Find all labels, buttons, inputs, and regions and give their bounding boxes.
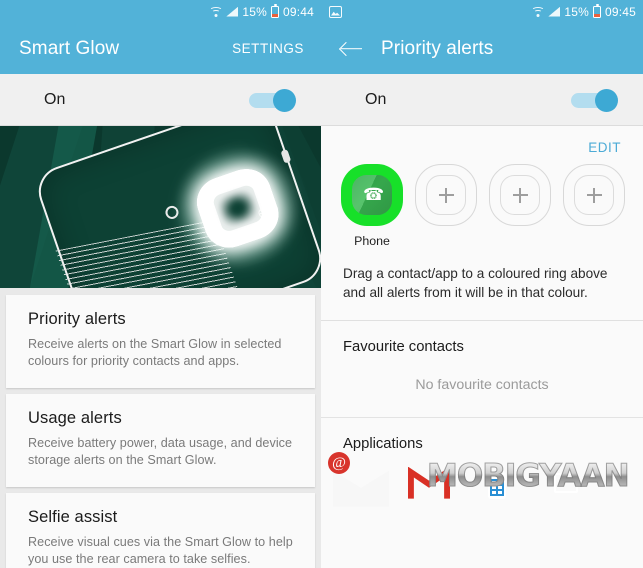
status-bar-system-left: 15% 09:44	[209, 3, 314, 19]
toggle-thumb	[595, 88, 618, 112]
screenshot-image-icon	[329, 5, 342, 18]
card-description: Receive alerts on the Smart Glow in sele…	[28, 337, 282, 369]
hangouts-app-icon[interactable]	[543, 463, 587, 507]
add-slot[interactable]	[574, 175, 614, 215]
partial-green-app-icon[interactable]	[611, 463, 643, 507]
add-slot[interactable]	[426, 175, 466, 215]
clock-label: 09:45	[604, 4, 636, 19]
battery-percent-label: 15%	[564, 4, 589, 19]
smart-glow-ring-icon	[157, 128, 319, 288]
card-title: Usage alerts	[28, 408, 122, 427]
settings-card-list: Priority alerts Receive alerts on the Sm…	[0, 288, 321, 568]
colour-ring-empty[interactable]	[415, 164, 477, 226]
card-title: Priority alerts	[28, 310, 126, 328]
plus-icon	[438, 187, 454, 203]
applications-heading: Applications	[343, 435, 423, 452]
email-app-icon[interactable]: @	[328, 451, 383, 507]
colour-ring-label: Phone	[354, 234, 390, 248]
status-bar-right: 15% 09:45	[321, 0, 643, 23]
smart-glow-master-switch-row[interactable]: On	[0, 74, 321, 126]
signal-icon	[226, 6, 239, 17]
no-favourite-contacts-text: No favourite contacts	[415, 376, 549, 393]
card-selfie-assist[interactable]: Selfie assist Receive visual cues via th…	[6, 492, 315, 568]
gmail-app-icon[interactable]	[407, 463, 451, 507]
dialer-app-icon[interactable]	[475, 463, 519, 507]
colour-ring-green[interactable]: ☎	[341, 164, 403, 226]
switch-state-label: On	[365, 90, 387, 108]
card-usage-alerts[interactable]: Usage alerts Receive battery power, data…	[6, 393, 315, 487]
card-description: Receive battery power, data usage, and d…	[28, 435, 293, 468]
edit-row: EDIT	[321, 126, 643, 155]
toggle-thumb	[273, 88, 296, 112]
smart-glow-toggle[interactable]	[249, 88, 296, 112]
favourite-contacts-heading: Favourite contacts	[343, 338, 464, 355]
app-bar-right: Priority alerts	[321, 23, 643, 74]
site-watermark: MOBIGYAAN	[427, 457, 631, 494]
colour-ring-slot-phone[interactable]: ☎ Phone	[335, 164, 409, 248]
colour-ring-empty[interactable]	[563, 164, 625, 226]
colour-ring-row: ☎ Phone	[321, 155, 643, 248]
page-title: Smart Glow	[19, 37, 120, 59]
plus-icon	[512, 187, 528, 203]
back-arrow-icon[interactable]	[340, 38, 366, 60]
wifi-icon	[531, 6, 545, 17]
colour-ring-slot-empty-3[interactable]	[557, 164, 631, 248]
edit-button[interactable]: EDIT	[588, 140, 621, 155]
priority-alerts-toggle[interactable]	[571, 88, 618, 112]
settings-button[interactable]: SETTINGS	[232, 41, 304, 56]
add-slot[interactable]	[500, 175, 540, 215]
wifi-icon	[209, 6, 223, 17]
left-panel-smart-glow: 15% 09:44 Smart Glow SETTINGS On Priorit…	[0, 0, 321, 568]
signal-icon	[548, 6, 561, 17]
priority-alerts-master-switch-row[interactable]: On	[321, 74, 643, 126]
page-title: Priority alerts	[381, 37, 494, 59]
plus-icon	[586, 187, 602, 203]
switch-state-label: On	[44, 90, 66, 108]
battery-icon	[270, 3, 279, 18]
card-title: Selfie assist	[28, 507, 118, 526]
colour-ring-slot-empty-2[interactable]	[483, 164, 557, 248]
right-panel-priority-alerts: 15% 09:45 Priority alerts On EDIT ☎ Phon…	[321, 0, 643, 568]
colour-ring-empty[interactable]	[489, 164, 551, 226]
card-priority-alerts[interactable]: Priority alerts Receive alerts on the Sm…	[6, 295, 315, 388]
priority-alerts-body: EDIT ☎ Phone Drag a contact/app to a col…	[321, 126, 643, 507]
status-bar-left: 15% 09:44	[0, 0, 321, 23]
clock-label: 09:44	[282, 4, 314, 19]
phone-app-icon: ☎	[352, 175, 392, 215]
battery-percent-label: 15%	[242, 4, 267, 19]
dual-screenshot: 15% 09:44 Smart Glow SETTINGS On Priorit…	[0, 0, 643, 568]
status-bar-system-right: 15% 09:45	[531, 3, 636, 19]
battery-icon	[592, 3, 601, 18]
drag-hint-text: Drag a contact/app to a coloured ring ab…	[321, 248, 643, 321]
status-bar-notifications-right	[329, 5, 531, 18]
card-description: Receive visual cues via the Smart Glow t…	[28, 534, 293, 566]
app-bar-left: Smart Glow SETTINGS	[0, 23, 321, 74]
colour-ring-slot-empty-1[interactable]	[409, 164, 483, 248]
smart-glow-hero-image	[0, 126, 321, 288]
phone-handset-icon: ☎	[363, 185, 385, 204]
applications-icon-row: @ MOBIGYAAN	[321, 451, 643, 507]
